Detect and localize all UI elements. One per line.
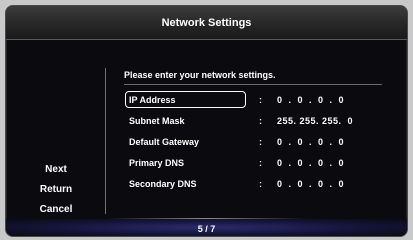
default-gateway-label: Default Gateway: [129, 137, 200, 147]
return-button[interactable]: Return: [6, 180, 106, 200]
subnet-mask-row[interactable]: Subnet Mask : 255. 255. 255. 0: [124, 111, 394, 132]
primary-dns-row[interactable]: Primary DNS : 0 . 0 . 0 . 0: [124, 153, 394, 174]
secondary-dns-value[interactable]: 0 . 0 . 0 . 0: [277, 174, 344, 195]
network-form: Please enter your network settings. IP A…: [124, 68, 394, 195]
form-prompt: Please enter your network settings.: [124, 70, 276, 80]
page-indicator: 5 / 7: [197, 224, 216, 234]
title-bar: Network Settings: [6, 6, 407, 40]
subnet-mask-label: Subnet Mask: [129, 116, 185, 126]
subnet-mask-value[interactable]: 255. 255. 255. 0: [277, 111, 353, 132]
form-divider: [124, 84, 382, 85]
primary-dns-value[interactable]: 0 . 0 . 0 . 0: [277, 153, 344, 174]
next-button[interactable]: Next: [6, 160, 106, 180]
side-menu: Next Return Cancel: [6, 160, 106, 220]
ip-address-row[interactable]: IP Address : 0 . 0 . 0 . 0: [124, 90, 394, 111]
default-gateway-value[interactable]: 0 . 0 . 0 . 0: [277, 132, 344, 153]
default-gateway-row[interactable]: Default Gateway : 0 . 0 . 0 . 0: [124, 132, 394, 153]
secondary-dns-colon: :: [259, 179, 262, 189]
ip-address-label: IP Address: [129, 95, 176, 105]
window-title: Network Settings: [161, 17, 252, 29]
secondary-dns-row[interactable]: Secondary DNS : 0 . 0 . 0 . 0: [124, 174, 394, 195]
primary-dns-label: Primary DNS: [129, 158, 185, 168]
cancel-button[interactable]: Cancel: [6, 200, 106, 220]
ip-address-colon: :: [259, 95, 262, 105]
secondary-dns-label: Secondary DNS: [129, 179, 197, 189]
settings-window: Network Settings Next Return Cancel Plea…: [5, 5, 408, 237]
primary-dns-colon: :: [259, 158, 262, 168]
subnet-mask-colon: :: [259, 116, 262, 126]
ip-address-value[interactable]: 0 . 0 . 0 . 0: [277, 90, 344, 111]
pagination-bar: 5 / 7: [6, 219, 407, 236]
default-gateway-colon: :: [259, 137, 262, 147]
vertical-divider: [105, 68, 106, 214]
